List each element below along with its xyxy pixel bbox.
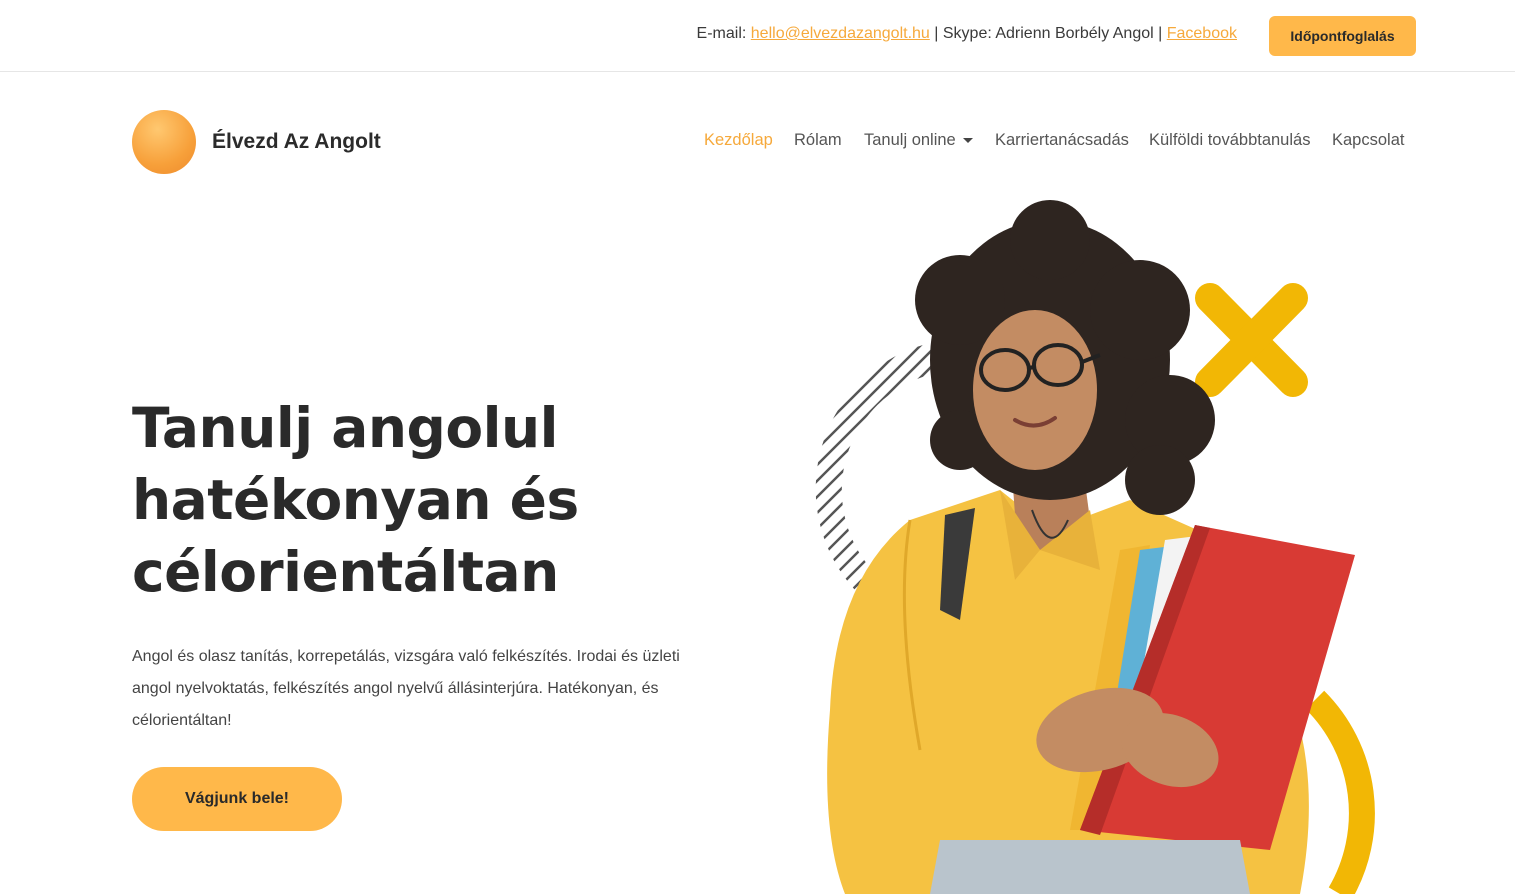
- hero-title-line: hatékonyan és: [132, 468, 579, 532]
- nav-item-learn-online-label: Tanulj online: [864, 131, 956, 149]
- cta-button[interactable]: Vágjunk bele!: [132, 767, 342, 831]
- hero-description: Angol és olasz tanítás, korrepetálás, vi…: [132, 648, 680, 729]
- caret-down-icon: [962, 138, 973, 144]
- nav-item-about[interactable]: Rólam: [794, 131, 842, 150]
- nav-item-home[interactable]: Kezdőlap: [704, 131, 773, 150]
- nav-item-contact[interactable]: Kapcsolat: [1332, 131, 1404, 150]
- contact-info: E-mail: hello@elvezdazangolt.hu | Skype:…: [697, 25, 1237, 43]
- booking-button[interactable]: Időpontfoglalás: [1269, 16, 1416, 56]
- hero-illustration: [815, 200, 1375, 894]
- hero-title: Tanulj angolul hatékonyan és célorientál…: [132, 392, 732, 608]
- main-nav: Kezdőlap Rólam Tanulj online Karriertaná…: [0, 131, 1515, 155]
- email-link[interactable]: hello@elvezdazangolt.hu: [751, 25, 930, 42]
- facebook-link[interactable]: Facebook: [1167, 25, 1237, 42]
- top-bar: E-mail: hello@elvezdazangolt.hu | Skype:…: [0, 0, 1515, 72]
- arc-shape: [1305, 690, 1375, 894]
- nav-item-career[interactable]: Karriertanácsadás: [995, 131, 1129, 150]
- nav-item-study-abroad[interactable]: Külföldi továbbtanulás: [1149, 131, 1310, 150]
- hero-title-line: Tanulj angolul: [132, 396, 559, 460]
- hero-title-line: célorientáltan: [132, 540, 559, 604]
- nav-item-learn-online[interactable]: Tanulj online: [864, 131, 973, 150]
- skype-text: | Skype: Adrienn Borbély Angol |: [934, 25, 1163, 42]
- x-shape: [1195, 283, 1308, 397]
- email-label: E-mail:: [696, 25, 747, 42]
